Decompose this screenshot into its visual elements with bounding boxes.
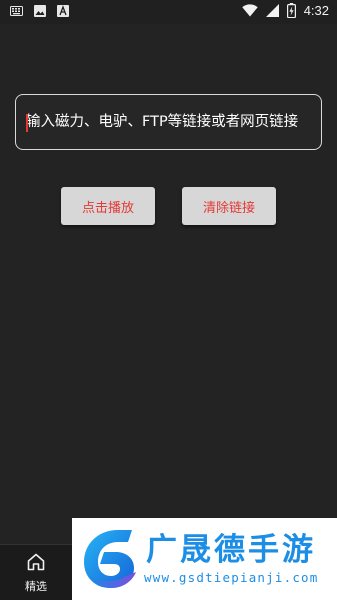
signal-icon: [265, 4, 279, 17]
play-button[interactable]: 点击播放: [61, 187, 155, 225]
link-input-container[interactable]: [15, 94, 322, 150]
status-bar: 4:32: [0, 0, 337, 24]
bottom-nav-item-featured[interactable]: 精选: [0, 544, 72, 600]
clear-link-button[interactable]: 清除链接: [182, 187, 276, 225]
clock: 4:32: [303, 3, 329, 18]
wifi-icon: [241, 4, 258, 17]
font-icon: [57, 5, 69, 17]
keyboard-icon: [10, 6, 23, 16]
home-icon: [26, 552, 46, 576]
watermark: 广晟德手游 www.gsdtiepianji.com: [72, 518, 337, 600]
watermark-title: 广晟德手游: [146, 532, 316, 568]
text-cursor: [26, 114, 28, 132]
battery-icon: [286, 3, 296, 18]
image-icon: [34, 5, 46, 17]
watermark-logo-icon: [78, 526, 140, 596]
watermark-url: www.gsdtiepianji.com: [144, 570, 319, 585]
bottom-nav-label: 精选: [25, 579, 47, 593]
link-input[interactable]: [16, 95, 321, 149]
